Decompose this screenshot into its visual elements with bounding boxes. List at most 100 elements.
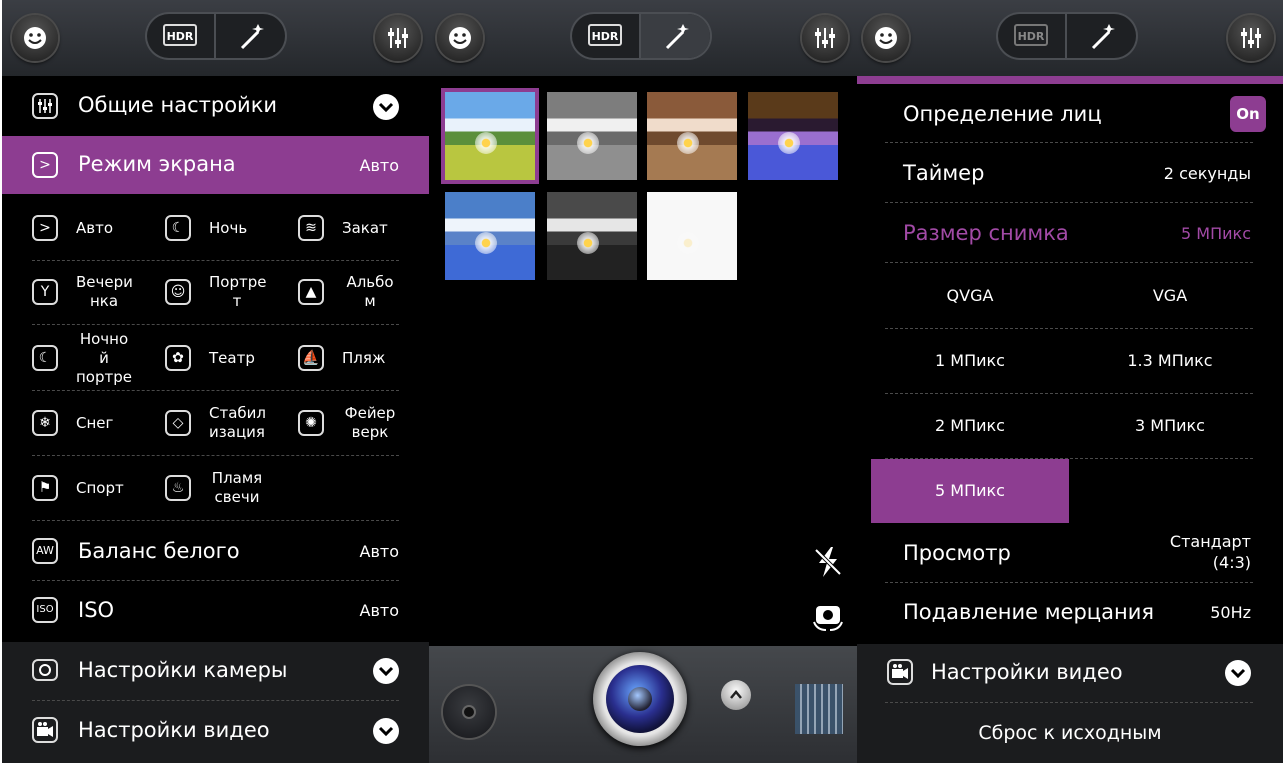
antibanding-value: 50Hz	[1210, 603, 1251, 622]
camera-settings-screen: HDR Определение лиц On Таймер 2 секунды …	[857, 0, 1283, 763]
white-balance-row[interactable]: AW Баланс белого Авто	[2, 522, 429, 580]
smiley-icon[interactable]	[437, 15, 483, 61]
picture-size-option[interactable]: QVGA	[871, 264, 1069, 328]
smiley-icon[interactable]	[863, 15, 909, 61]
scene-label-line: свечи	[214, 488, 260, 506]
scene-option-5[interactable]: ☺ Портре т	[165, 260, 290, 324]
scene-option-2[interactable]: ☾ Ночь	[165, 196, 290, 260]
scene-option-12[interactable]: ✺ Фейер верк	[298, 391, 423, 455]
effect-normal-thumbnail[interactable]	[445, 92, 535, 180]
sunset-scene-icon: ≋	[298, 215, 324, 241]
scene-option-9[interactable]: ⛵ Пляж	[298, 326, 423, 390]
picture-size-row[interactable]: Размер снимка 5 МПикс	[857, 204, 1283, 262]
iso-label: ISO	[78, 598, 115, 622]
scene-label: Закат	[342, 219, 398, 238]
effect-mono-thumbnail[interactable]	[547, 92, 637, 180]
picture-size-option[interactable]: 2 МПикс	[871, 394, 1069, 458]
scene-label-line: Авто	[76, 218, 114, 237]
magic-wand-button[interactable]	[641, 14, 710, 58]
general-settings-header[interactable]: Общие настройки	[2, 78, 429, 136]
picture-size-option[interactable]: 1.3 МПикс	[1071, 329, 1269, 393]
chevron-down-icon	[1225, 660, 1251, 686]
picture-size-option[interactable]: 1 МПикс	[871, 329, 1069, 393]
candle-scene-icon: ♨	[165, 475, 191, 501]
timer-row[interactable]: Таймер 2 секунды	[857, 144, 1283, 202]
hdr-icon: HDR	[588, 24, 622, 46]
scene-option-1[interactable]: > Авто	[32, 196, 157, 260]
scene-label-line: Пламя	[211, 469, 263, 487]
scene-label-line: т	[232, 292, 242, 310]
face-detection-row[interactable]: Определение лиц On	[857, 86, 1283, 142]
hdr-button[interactable]: HDR	[998, 14, 1067, 58]
effect-whiteboard-thumbnail[interactable]	[647, 192, 737, 280]
section-accent-bar	[857, 76, 1283, 84]
picture-size-option[interactable]: 3 МПикс	[1071, 394, 1269, 458]
auto-scene-icon: >	[32, 215, 58, 241]
scene-label-line: Ночь	[209, 218, 248, 237]
magic-wand-button[interactable]	[216, 14, 285, 58]
top-toolbar: HDR	[429, 0, 857, 76]
flower-icon	[577, 232, 599, 254]
scene-option-8[interactable]: ✿ Театр	[165, 326, 290, 390]
scene-option-10[interactable]: ❄ Снег	[32, 391, 157, 455]
scene-option-11[interactable]: ◇ Стабил изация	[165, 391, 290, 455]
effect-aqua-thumbnail[interactable]	[445, 192, 535, 280]
picture-size-option[interactable]: 5 МПикс	[871, 459, 1069, 523]
scene-option-4[interactable]: Y Вечери нка	[32, 260, 157, 324]
scene-option-13[interactable]: ⚑ Спорт	[32, 456, 157, 520]
magic-wand-icon	[240, 24, 264, 50]
scene-mode-row[interactable]: > Режим экрана Авто	[2, 136, 429, 194]
stabilization-scene-icon: ◇	[165, 410, 191, 436]
effect-blackboard-thumbnail[interactable]	[547, 192, 637, 280]
review-row[interactable]: Просмотр Стандарт (4:3)	[857, 523, 1283, 581]
scene-option-7[interactable]: ☾ Ночно й портре	[32, 326, 157, 390]
white-balance-label: Баланс белого	[78, 539, 240, 563]
scene-label-line: верк	[351, 423, 389, 441]
mode-toggle: HDR	[572, 14, 710, 58]
picture-size-option[interactable]: VGA	[1071, 264, 1269, 328]
scene-label-line: Стабил	[209, 404, 266, 422]
hdr-button[interactable]: HDR	[572, 14, 641, 58]
camera-settings-header[interactable]: Настройки камеры	[2, 642, 429, 700]
video-settings-header[interactable]: Настройки видео	[2, 702, 429, 760]
scene-label-line: Театр	[209, 348, 255, 367]
flower-icon	[475, 132, 497, 154]
settings-button[interactable]	[375, 15, 421, 61]
iso-row[interactable]: ISO ISO Авто	[2, 582, 429, 640]
review-value-line1: Стандарт	[1169, 532, 1251, 551]
video-settings-header[interactable]: Настройки видео	[857, 644, 1283, 702]
settings-button[interactable]	[1228, 15, 1274, 61]
hdr-button[interactable]: HDR	[147, 14, 216, 58]
shutter-button[interactable]	[593, 652, 687, 746]
scene-label: Пляж	[342, 349, 398, 368]
hdr-icon: HDR	[1014, 24, 1048, 46]
smiley-icon[interactable]	[12, 15, 58, 61]
scene-label-line: Вечери	[76, 273, 133, 291]
flash-off-icon[interactable]	[813, 545, 843, 579]
expand-button[interactable]	[721, 680, 751, 710]
video-settings-label: Настройки видео	[931, 660, 1123, 684]
antibanding-row[interactable]: Подавление мерцания 50Hz	[857, 584, 1283, 642]
sport-scene-icon: ⚑	[32, 475, 58, 501]
scene-label-line: Фейер	[344, 404, 396, 422]
settings-button[interactable]	[802, 15, 848, 61]
effect-sepia-thumbnail[interactable]	[647, 92, 737, 180]
party-scene-icon: Y	[32, 279, 58, 305]
magic-wand-button[interactable]	[1067, 14, 1136, 58]
effect-negative-thumbnail[interactable]	[748, 92, 838, 180]
sliders-icon	[815, 28, 835, 48]
scene-option-14[interactable]: ♨ Пламя свечи	[165, 456, 290, 520]
sliders-icon	[32, 93, 58, 119]
switch-camera-icon[interactable]	[811, 600, 845, 632]
face-detection-toggle[interactable]: On	[1230, 96, 1266, 132]
scene-option-6[interactable]: ▲ Альбо м	[298, 260, 423, 324]
record-button[interactable]	[443, 686, 495, 738]
scene-option-3[interactable]: ≋ Закат	[298, 196, 423, 260]
gallery-thumbnail[interactable]	[795, 684, 843, 734]
antibanding-label: Подавление мерцания	[903, 600, 1154, 624]
iso-value: Авто	[359, 601, 399, 620]
scene-label: Ночь	[209, 219, 265, 238]
scene-label: Портре т	[209, 273, 266, 311]
reset-defaults-button[interactable]: Сброс к исходным	[857, 704, 1283, 762]
theater-scene-icon: ✿	[165, 345, 191, 371]
